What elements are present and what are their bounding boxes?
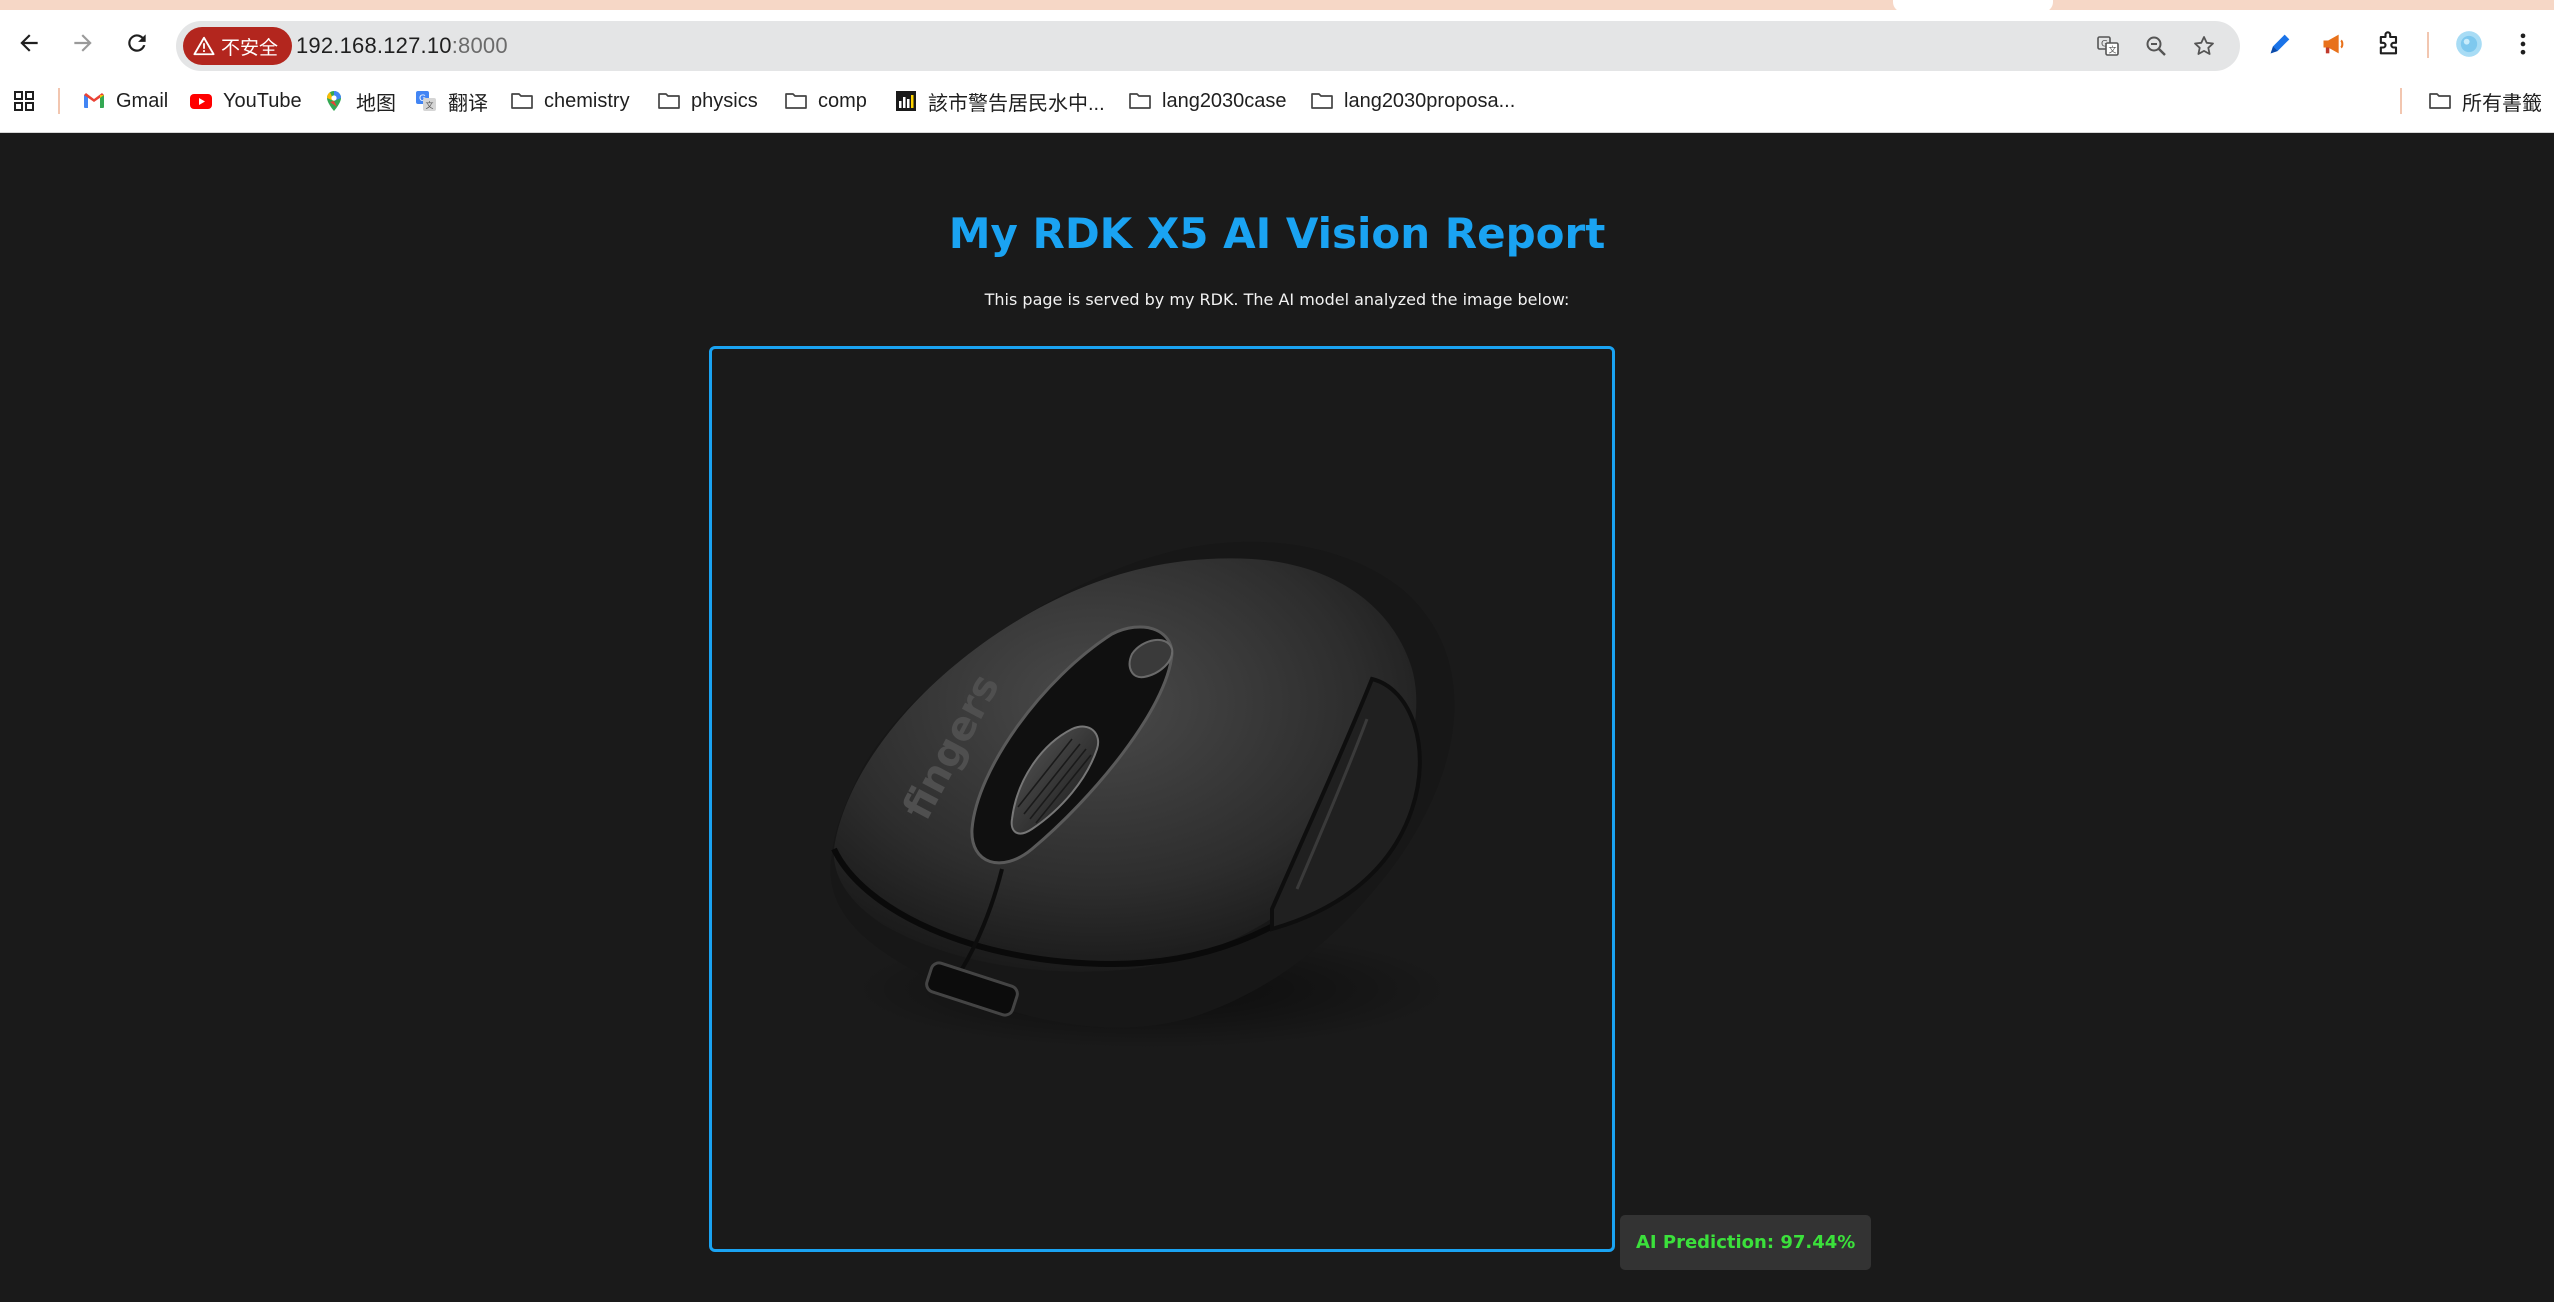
prediction-badge: AI Prediction: 97.44%	[1620, 1215, 1872, 1270]
bookmark-translate[interactable]: G文 翻译	[414, 84, 488, 118]
web-page: My RDK X5 AI Vision Report This page is …	[0, 133, 2554, 1302]
bookmark-youtube[interactable]: YouTube	[189, 84, 302, 118]
megaphone-extension[interactable]	[2319, 29, 2349, 59]
all-bookmarks-label: 所有書籤	[2462, 92, 2542, 115]
avatar-icon	[2456, 31, 2482, 57]
folder-icon	[658, 93, 680, 109]
bookmark-folder-physics[interactable]: physics	[657, 84, 758, 118]
folder-icon	[1311, 93, 1333, 109]
reload-button[interactable]	[120, 26, 154, 60]
mouse-product-image: fingers	[830, 541, 1455, 1049]
url-host: 192.168.127.10	[296, 33, 452, 58]
bookmark-label: 翻译	[448, 92, 488, 115]
highlighter-extension[interactable]	[2265, 29, 2295, 59]
bookmark-folder-comp[interactable]: comp	[784, 84, 867, 118]
bookmark-label: comp	[818, 89, 867, 112]
extensions-button[interactable]	[2374, 29, 2404, 59]
folder-icon	[1129, 93, 1151, 109]
apps-grid-icon	[14, 91, 34, 111]
megaphone-icon	[2323, 34, 2344, 54]
puzzle-icon	[2379, 31, 2398, 55]
analyzed-image-frame: fingers	[709, 346, 1615, 1252]
bookmark-maps[interactable]: 地图	[322, 84, 396, 118]
translate-icon: G文	[2097, 36, 2119, 56]
address-bar[interactable]: 不安全 192.168.127.10:8000 G文	[176, 21, 2240, 71]
back-button[interactable]	[12, 26, 46, 60]
all-bookmarks-button[interactable]: 所有書籤	[2428, 84, 2542, 118]
pen-icon	[2270, 34, 2290, 54]
bookmark-label: Gmail	[116, 89, 169, 112]
zoom-out-icon	[2146, 36, 2166, 56]
maps-pin-icon	[327, 91, 341, 111]
star-icon	[2194, 36, 2214, 55]
bookmark-label: physics	[691, 89, 758, 112]
zoom-button[interactable]	[2142, 32, 2170, 60]
arrow-right-icon	[74, 34, 92, 52]
bookmarks-separator	[2400, 88, 2402, 114]
bookmark-label: chemistry	[544, 89, 630, 112]
bookmarks-bar: Gmail YouTube 地图 G文 翻译 chemistry physics…	[0, 80, 2554, 122]
forward-button[interactable]	[66, 26, 100, 60]
gmail-icon	[84, 93, 104, 108]
page-title: My RDK X5 AI Vision Report	[948, 209, 1606, 258]
reload-icon	[128, 34, 146, 52]
bookmark-news-site[interactable]: 該市警告居民水中...	[894, 84, 1105, 118]
bookmark-label: lang2030case	[1162, 89, 1287, 112]
browser-chrome: 不安全 192.168.127.10:8000 G文 Gmail YouTube…	[0, 0, 2554, 133]
bookmark-label: 地图	[356, 92, 396, 115]
arrow-left-icon	[20, 34, 38, 52]
bookmark-label: YouTube	[223, 89, 302, 112]
folder-icon	[2429, 93, 2451, 109]
bookmarks-separator	[58, 88, 60, 114]
security-label: 不安全	[221, 37, 279, 59]
site-favicon-icon	[896, 91, 916, 111]
folder-icon	[785, 93, 807, 109]
browser-toolbar: 不安全 192.168.127.10:8000 G文	[0, 12, 2554, 78]
tab-strip	[0, 0, 2554, 12]
apps-button[interactable]	[12, 84, 36, 118]
profile-button[interactable]	[2454, 29, 2484, 59]
bookmark-star-button[interactable]	[2190, 32, 2218, 60]
more-vert-icon	[2520, 33, 2526, 55]
browser-menu-button[interactable]	[2508, 29, 2538, 59]
security-warning-chip[interactable]: 不安全	[183, 27, 293, 65]
translate-icon: G文	[416, 91, 436, 111]
translate-page-button[interactable]: G文	[2094, 32, 2122, 60]
url-port: :8000	[451, 33, 508, 58]
svg-text:文: 文	[2109, 45, 2117, 55]
folder-icon	[511, 93, 533, 109]
svg-text:文: 文	[426, 100, 434, 110]
url-text[interactable]: 192.168.127.10:8000	[296, 33, 508, 59]
active-tab-edge	[1893, 0, 2053, 12]
toolbar-separator	[2427, 32, 2429, 58]
bookmark-folder-lang2030proposal[interactable]: lang2030proposa...	[1310, 84, 1515, 118]
bookmark-folder-lang2030case[interactable]: lang2030case	[1128, 84, 1287, 118]
page-subtitle: This page is served by my RDK. The AI mo…	[984, 290, 1570, 309]
bookmark-gmail[interactable]: Gmail	[82, 84, 168, 118]
warning-icon	[193, 36, 215, 56]
bookmark-label: lang2030proposa...	[1344, 89, 1516, 112]
bookmark-label: 該市警告居民水中...	[928, 92, 1105, 115]
bookmark-folder-chemistry[interactable]: chemistry	[510, 84, 630, 118]
youtube-icon	[190, 94, 212, 109]
